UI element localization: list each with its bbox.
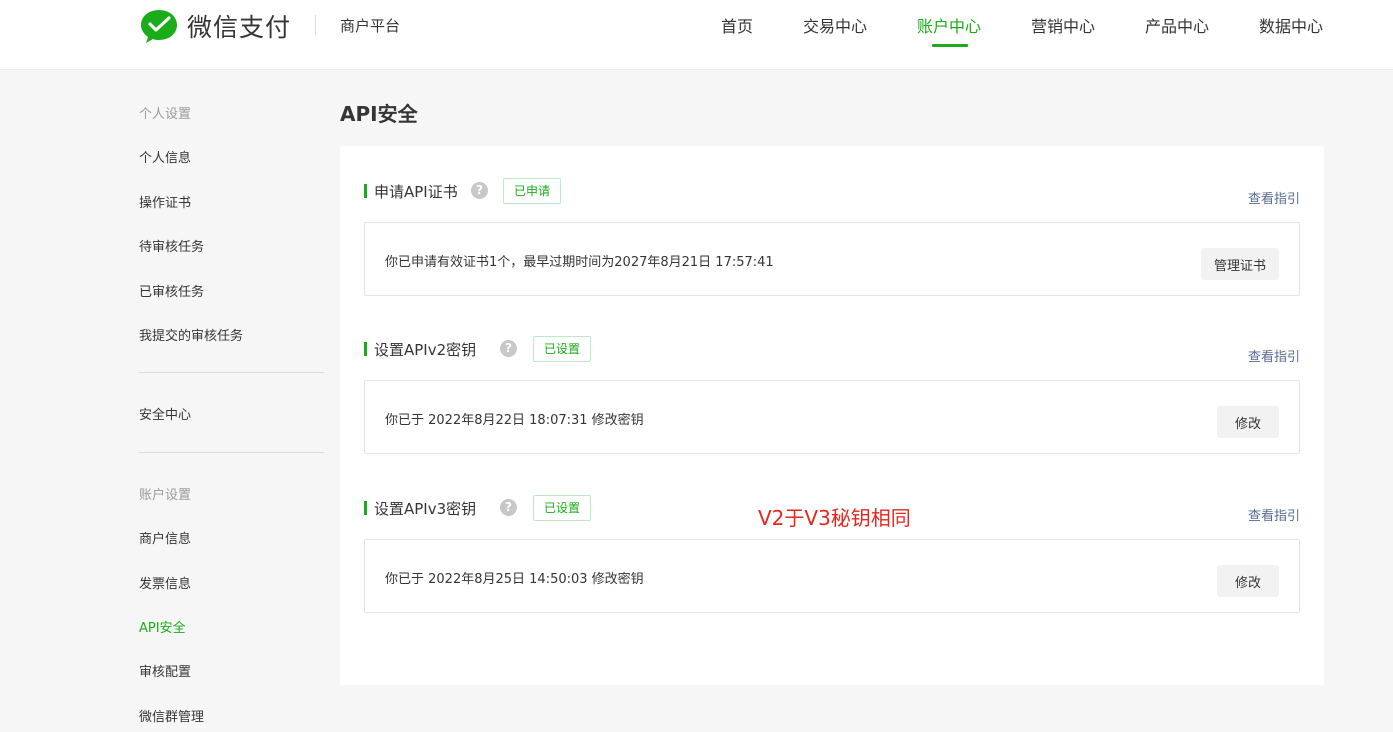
question-mark-icon[interactable]: ? bbox=[500, 499, 517, 516]
modify-v3-key-button[interactable]: 修改 bbox=[1217, 565, 1279, 597]
modify-v2-key-button[interactable]: 修改 bbox=[1217, 406, 1279, 438]
section-content-box: 你已于 2022年8月22日 18:07:31 修改密钥 修改 bbox=[364, 380, 1300, 454]
section-description: 你已于 2022年8月25日 14:50:03 修改密钥 bbox=[385, 572, 644, 587]
sidebar-item-security-center[interactable]: 安全中心 bbox=[139, 404, 191, 423]
section-header: 申请API证书 ? 已申请 查看指引 bbox=[364, 178, 1300, 207]
nav-marketing-center[interactable]: 营销中心 bbox=[1031, 13, 1095, 37]
section-accent-bar bbox=[364, 184, 367, 198]
manage-cert-button[interactable]: 管理证书 bbox=[1201, 248, 1279, 280]
status-badge: 已设置 bbox=[533, 495, 592, 521]
view-guide-link[interactable]: 查看指引 bbox=[1248, 505, 1300, 524]
section-accent-bar bbox=[364, 342, 367, 356]
view-guide-link[interactable]: 查看指引 bbox=[1248, 346, 1300, 365]
sidebar-item-personal-info[interactable]: 个人信息 bbox=[139, 147, 191, 166]
nav-home[interactable]: 首页 bbox=[721, 13, 753, 37]
status-badge: 已设置 bbox=[533, 336, 592, 362]
sidebar-group-account: 账户设置 bbox=[139, 488, 192, 503]
nav-data-center[interactable]: 数据中心 bbox=[1259, 13, 1323, 37]
section-description: 你已申请有效证书1个，最早过期时间为2027年8月21日 17:57:41 bbox=[385, 255, 774, 270]
sidebar-item-reviewed-tasks[interactable]: 已审核任务 bbox=[139, 281, 204, 300]
section-title: 设置APIv2密钥 bbox=[374, 341, 477, 359]
api-security-card: 申请API证书 ? 已申请 查看指引 你已申请有效证书1个，最早过期时间为202… bbox=[340, 146, 1324, 685]
section-content-box: 你已于 2022年8月25日 14:50:03 修改密钥 修改 bbox=[364, 539, 1300, 613]
sidebar-item-invoice-info[interactable]: 发票信息 bbox=[139, 573, 191, 592]
sidebar-item-wechat-group-mgmt[interactable]: 微信群管理 bbox=[139, 706, 204, 725]
sidebar-item-pending-tasks[interactable]: 待审核任务 bbox=[139, 236, 204, 255]
section-accent-bar bbox=[364, 501, 367, 515]
section-header: 设置APIv2密钥 ? 已设置 查看指引 bbox=[364, 336, 1300, 365]
nav-trade-center[interactable]: 交易中心 bbox=[803, 13, 867, 37]
section-title: 申请API证书 bbox=[374, 183, 458, 201]
question-mark-icon[interactable]: ? bbox=[471, 182, 488, 199]
nav-product-center[interactable]: 产品中心 bbox=[1145, 13, 1209, 37]
sidebar-divider bbox=[139, 452, 324, 453]
nav-account-center[interactable]: 账户中心 bbox=[917, 13, 981, 37]
red-annotation-text: V2于V3秘钥相同 bbox=[758, 506, 911, 530]
sidebar-item-review-config[interactable]: 审核配置 bbox=[139, 661, 191, 680]
sidebar-divider bbox=[139, 372, 324, 373]
sidebar-item-api-security[interactable]: API安全 bbox=[139, 617, 186, 636]
status-badge: 已申请 bbox=[503, 178, 562, 204]
sidebar-item-my-submitted-tasks[interactable]: 我提交的审核任务 bbox=[139, 325, 243, 344]
section-content-box: 你已申请有效证书1个，最早过期时间为2027年8月21日 17:57:41 管理… bbox=[364, 222, 1300, 296]
section-description: 你已于 2022年8月22日 18:07:31 修改密钥 bbox=[385, 413, 644, 428]
main-nav: 首页 交易中心 账户中心 营销中心 产品中心 数据中心 bbox=[0, 13, 1393, 53]
top-header: 微信支付 商户平台 首页 交易中心 账户中心 营销中心 产品中心 数据中心 bbox=[0, 0, 1393, 70]
section-title: 设置APIv3密钥 bbox=[374, 500, 477, 518]
view-guide-link[interactable]: 查看指引 bbox=[1248, 188, 1300, 207]
page-title: API安全 bbox=[340, 102, 418, 126]
active-nav-underline bbox=[932, 44, 968, 47]
question-mark-icon[interactable]: ? bbox=[500, 340, 517, 357]
sidebar-item-merchant-info[interactable]: 商户信息 bbox=[139, 528, 191, 547]
sidebar-item-operation-cert[interactable]: 操作证书 bbox=[139, 192, 191, 211]
sidebar-group-personal: 个人设置 bbox=[139, 107, 192, 122]
